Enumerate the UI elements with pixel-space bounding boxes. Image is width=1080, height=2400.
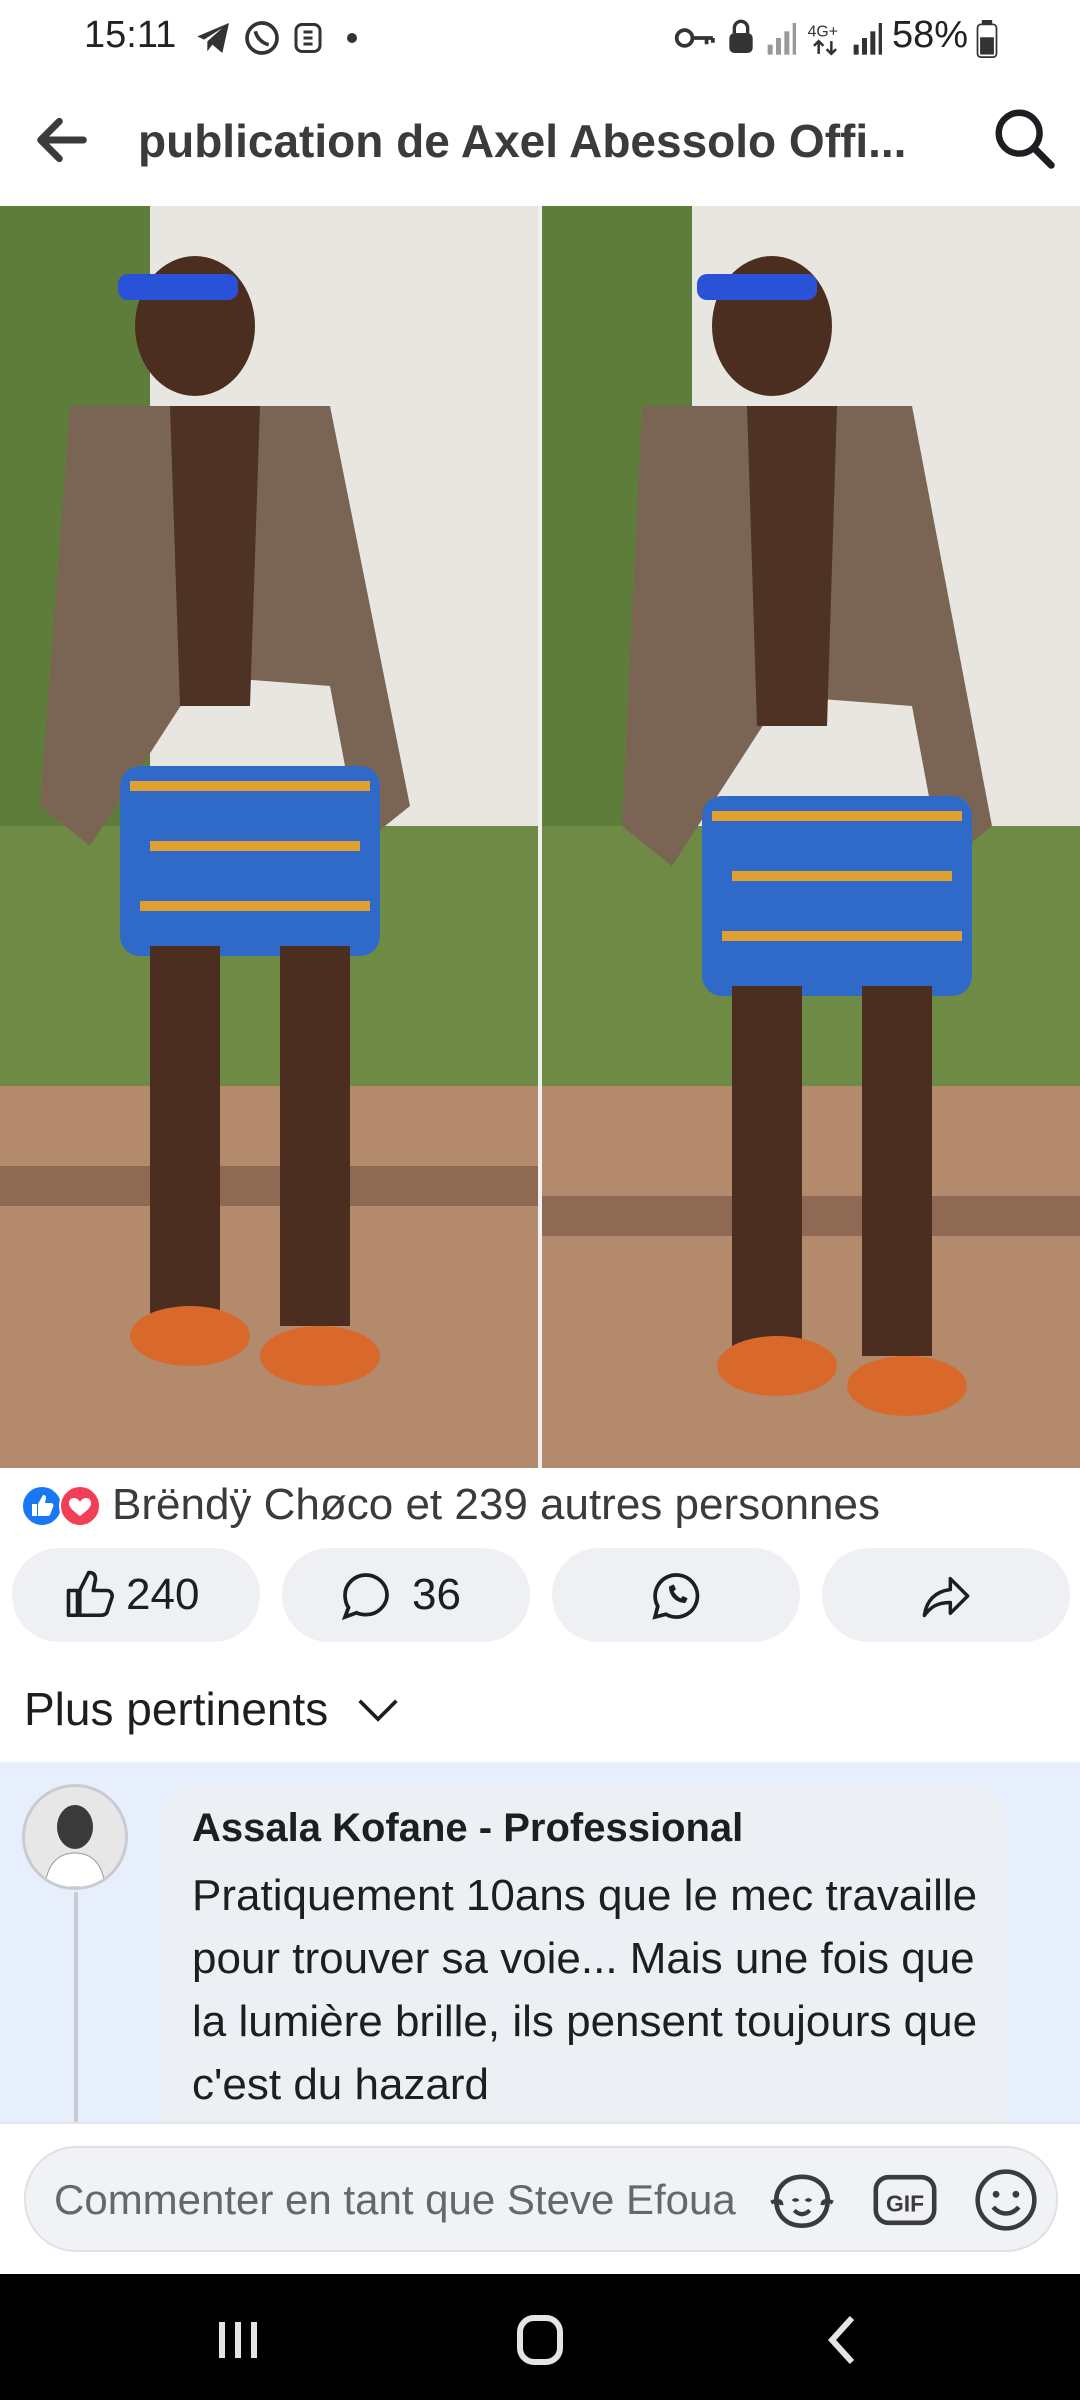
- gif-button[interactable]: GIF: [872, 2168, 938, 2232]
- comment-button[interactable]: 36: [282, 1548, 530, 1642]
- emoji-button[interactable]: [972, 2166, 1040, 2234]
- comment-text: Pratiquement 10ans que le mec travaille …: [192, 1871, 978, 2109]
- home-icon: [517, 2315, 563, 2365]
- recent-apps-icon: [219, 2322, 257, 2358]
- thread-line: [74, 1892, 78, 2122]
- network-4g-icon: 4G+: [808, 23, 838, 56]
- photo-image: [0, 206, 538, 1468]
- chevron-down-icon: [358, 1699, 398, 1722]
- back-nav-button[interactable]: [804, 2310, 884, 2370]
- page-title: publication de Axel Abessolo Offi...: [138, 115, 907, 167]
- signal-icon: [853, 23, 882, 55]
- back-button[interactable]: [30, 108, 94, 172]
- search-icon: [995, 109, 1055, 169]
- chevron-left-icon: [827, 2315, 855, 2365]
- telegram-icon: [197, 23, 229, 53]
- app-bar: publication de Axel Abessolo Offi...: [0, 78, 1080, 208]
- share-arrow-icon: [922, 1576, 970, 1618]
- whatsapp-icon: [245, 21, 279, 55]
- comment-author[interactable]: Assala Kofane - Professional: [192, 1806, 743, 1851]
- post-photos: [0, 206, 1080, 1468]
- dot-icon: [347, 33, 357, 43]
- app-icon: [294, 23, 322, 53]
- home-button[interactable]: [500, 2310, 580, 2370]
- post-photo-right[interactable]: [542, 206, 1080, 1468]
- reactions-summary[interactable]: Brëndÿ Chøco et 239 autres personnes: [0, 1470, 1080, 1540]
- sort-label: Plus pertinents: [24, 1683, 329, 1735]
- lock-icon: [729, 19, 753, 53]
- comment-input[interactable]: Commenter en tant que Steve Efoua GIF: [24, 2146, 1058, 2252]
- like-button[interactable]: 240: [12, 1548, 260, 1642]
- svg-text:4G+: 4G+: [808, 23, 838, 40]
- avatar-image: [25, 1787, 125, 1887]
- status-time: 15:11: [84, 14, 177, 56]
- share-button[interactable]: [822, 1548, 1070, 1642]
- reaction-icons: [20, 1484, 104, 1528]
- comment-bubble[interactable]: Assala Kofane - Professional Pratiquemen…: [160, 1784, 1006, 2122]
- battery-level: 58%: [891, 14, 968, 56]
- status-bar: 15:11 4G+ 58%: [0, 0, 1080, 78]
- avatar-sticker-icon: [770, 2174, 834, 2229]
- search-button[interactable]: [990, 104, 1060, 174]
- recent-apps-button[interactable]: [198, 2310, 278, 2370]
- gif-label: GIF: [886, 2190, 924, 2216]
- photo-image: [542, 206, 1080, 1468]
- comment-bubble-icon: [341, 1573, 389, 1621]
- comment-composer: Commenter en tant que Steve Efoua GIF: [0, 2122, 1080, 2276]
- like-reaction-icon: [21, 1485, 63, 1527]
- comment-item: Assala Kofane - Professional Pratiquemen…: [0, 1762, 1080, 2122]
- comment-count: 36: [412, 1570, 461, 1619]
- smiley-icon: [975, 2169, 1037, 2231]
- thumbs-up-icon: [66, 1570, 114, 1618]
- avatar-sticker-button[interactable]: [766, 2168, 838, 2232]
- key-icon: [674, 28, 715, 48]
- battery-icon: [976, 20, 998, 58]
- like-count: 240: [126, 1570, 200, 1619]
- arrow-left-icon: [37, 117, 87, 163]
- gif-icon: GIF: [873, 2174, 937, 2226]
- love-reaction-icon: [59, 1485, 101, 1527]
- reactions-text[interactable]: Brëndÿ Chøco et 239 autres personnes: [112, 1480, 880, 1530]
- whatsapp-share-button[interactable]: [552, 1548, 800, 1642]
- comment-input-placeholder: Commenter en tant que Steve Efoua: [54, 2176, 736, 2223]
- signal-icon: [767, 23, 796, 55]
- system-nav-bar: [0, 2274, 1080, 2400]
- avatar[interactable]: [22, 1784, 128, 1890]
- post-photo-left[interactable]: [0, 206, 538, 1468]
- whatsapp-icon: [652, 1573, 700, 1620]
- comment-sort-dropdown[interactable]: Plus pertinents: [0, 1660, 1080, 1760]
